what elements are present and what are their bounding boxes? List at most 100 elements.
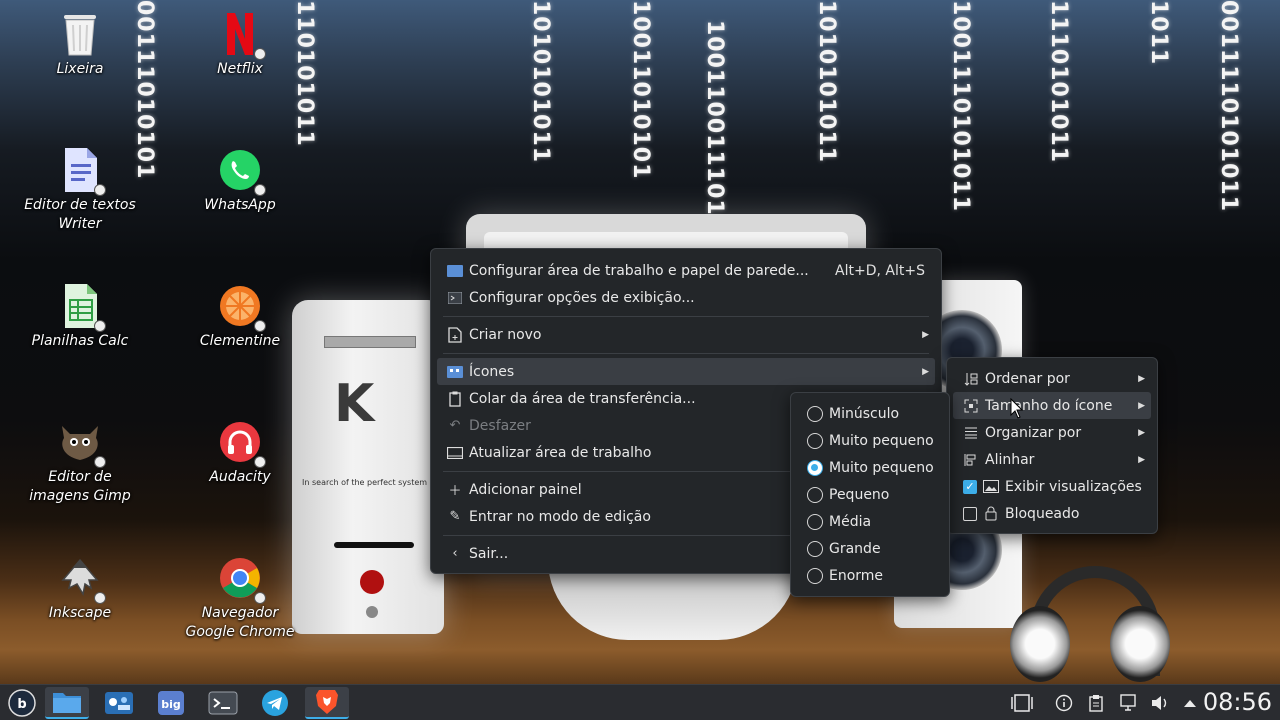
- binary-column: 1110101011: [1046, 0, 1071, 164]
- binary-column: 0011110101011: [1216, 0, 1241, 212]
- taskbar: b big 08:56: [0, 684, 1280, 720]
- submenu-arrow-icon: ▶: [1138, 373, 1145, 384]
- binary-column: 1010101011: [814, 0, 839, 164]
- launcher-button[interactable]: b: [0, 687, 44, 719]
- clock[interactable]: 08:56: [1203, 688, 1272, 716]
- desktop-icon-lixeira[interactable]: Lixeira: [20, 10, 140, 79]
- desktop-icon-label: Navegador Google Chrome: [185, 605, 295, 640]
- menu-item-align[interactable]: Alinhar ▶: [953, 446, 1151, 473]
- desktop-icon-clementine[interactable]: Clementine: [180, 282, 300, 351]
- taskbar-app-store[interactable]: [97, 687, 141, 719]
- desktop-icon-label: Clementine: [199, 333, 281, 349]
- size-option-tiny[interactable]: Minúsculo: [797, 400, 943, 427]
- lock-icon: [983, 506, 999, 522]
- network-icon[interactable]: [1118, 693, 1138, 713]
- size-option-very-small[interactable]: Muito pequeno: [797, 427, 943, 454]
- radio-button[interactable]: [807, 513, 823, 530]
- submenu-arrow-icon: ▶: [922, 329, 929, 340]
- icons-icon: [447, 364, 463, 380]
- writer-icon: [56, 146, 106, 196]
- taskbar-app-biglinux[interactable]: big: [149, 687, 193, 719]
- menu-item-label: Tamanho do ícone: [985, 397, 1113, 414]
- expand-tray-icon[interactable]: [1180, 693, 1200, 713]
- tower-caption: In search of the perfect system: [302, 478, 428, 487]
- size-option-label: Muito pequeno: [829, 459, 934, 476]
- radio-button[interactable]: [807, 432, 823, 449]
- taskbar-app-brave[interactable]: [305, 687, 349, 719]
- menu-item-label: Ordenar por: [985, 370, 1070, 387]
- icon-size-submenu: Minúsculo Muito pequeno Muito pequeno Pe…: [790, 392, 950, 597]
- size-option-large[interactable]: Grande: [797, 535, 943, 562]
- menu-item-icon-size[interactable]: Tamanho do ícone ▶: [953, 392, 1151, 419]
- taskbar-app-terminal[interactable]: [201, 687, 245, 719]
- menu-item-label: Exibir visualizações: [1005, 478, 1142, 495]
- headphones-cup: [1010, 606, 1070, 682]
- svg-text:big: big: [161, 698, 181, 711]
- taskbar-app-file-manager[interactable]: [45, 687, 89, 719]
- menu-item-label: Bloqueado: [1005, 505, 1080, 522]
- menu-item-sort-by[interactable]: Ordenar por ▶: [953, 365, 1151, 392]
- desktop-icon-calc[interactable]: Planilhas Calc: [20, 282, 140, 351]
- checkbox-checked[interactable]: ✓: [963, 479, 977, 494]
- activities-icon[interactable]: [1010, 693, 1034, 713]
- undo-icon: ↶: [449, 418, 461, 433]
- image-icon: [983, 479, 999, 495]
- mouse-cursor-icon: [1010, 398, 1024, 419]
- menu-item-arrange-by[interactable]: Organizar por ▶: [953, 419, 1151, 446]
- clementine-icon: [216, 282, 266, 332]
- menu-item-configure-desktop[interactable]: Configurar área de trabalho e papel de p…: [437, 257, 935, 284]
- radio-button[interactable]: [807, 486, 823, 503]
- volume-icon[interactable]: [1150, 693, 1170, 713]
- desktop-icon-chrome[interactable]: Navegador Google Chrome: [180, 554, 300, 642]
- info-icon[interactable]: [1054, 693, 1074, 713]
- menu-item-create-new[interactable]: Criar novo ▶: [437, 321, 935, 348]
- menu-item-label: Sair...: [469, 545, 509, 562]
- desktop-icon-label: Planilhas Calc: [31, 333, 129, 349]
- checkbox-unchecked[interactable]: [963, 506, 977, 521]
- binary-column: 1011: [1146, 0, 1171, 66]
- taskbar-app-telegram[interactable]: [253, 687, 297, 719]
- radio-button[interactable]: [807, 405, 823, 422]
- size-option-huge[interactable]: Enorme: [797, 562, 943, 589]
- radio-button[interactable]: [807, 540, 823, 557]
- size-option-label: Muito pequeno: [829, 432, 934, 449]
- menu-item-show-previews[interactable]: ✓ Exibir visualizações: [953, 473, 1151, 500]
- menu-separator: [443, 316, 929, 317]
- radio-button-selected[interactable]: [807, 459, 823, 476]
- desktop-icon-whatsapp[interactable]: WhatsApp: [180, 146, 300, 215]
- size-option-very-small-selected[interactable]: Muito pequeno: [797, 454, 943, 481]
- desktop-icon-audacity[interactable]: Audacity: [180, 418, 300, 487]
- menu-item-icons[interactable]: Ícones ▶: [437, 358, 935, 385]
- sort-icon: [963, 371, 979, 387]
- headphones-cup: [1110, 606, 1170, 682]
- size-option-label: Minúsculo: [829, 405, 900, 422]
- shortcut-badge-icon: [94, 592, 106, 604]
- menu-item-locked[interactable]: Bloqueado: [953, 500, 1151, 527]
- drive-slot: [324, 336, 416, 348]
- desktop-icon-label: Editor de imagens Gimp: [29, 469, 131, 504]
- radio-button[interactable]: [807, 567, 823, 584]
- binary-column: 1001110101011: [948, 0, 973, 212]
- desktop-icon-inkscape[interactable]: Inkscape: [20, 554, 140, 623]
- pc-tower-illustration: K In search of the perfect system: [292, 300, 444, 634]
- shortcut-badge-icon: [254, 456, 266, 468]
- menu-item-label: Atualizar área de trabalho: [469, 444, 652, 461]
- size-option-medium[interactable]: Média: [797, 508, 943, 535]
- audacity-icon: [216, 418, 266, 468]
- menu-item-display-options[interactable]: Configurar opções de exibição...: [437, 284, 935, 311]
- submenu-arrow-icon: ▶: [1138, 454, 1145, 465]
- clipboard-tray-icon[interactable]: [1086, 693, 1106, 713]
- desktop-icon-gimp[interactable]: Editor de imagens Gimp: [20, 418, 140, 506]
- submenu-arrow-icon: ▶: [1138, 400, 1145, 411]
- pencil-icon: ✎: [449, 509, 461, 524]
- size-option-small[interactable]: Pequeno: [797, 481, 943, 508]
- desktop-icon-label: Lixeira: [56, 61, 104, 77]
- size-option-label: Enorme: [829, 567, 884, 584]
- desktop-icon-netflix[interactable]: Netflix: [180, 10, 300, 79]
- binary-column: 1010101011: [528, 0, 553, 164]
- submenu-arrow-icon: ▶: [1138, 427, 1145, 438]
- netflix-icon: [216, 10, 266, 60]
- menu-item-label: Organizar por: [985, 424, 1082, 441]
- menu-item-label: Configurar opções de exibição...: [469, 289, 695, 306]
- desktop-icon-writer[interactable]: Editor de textos Writer: [20, 146, 140, 234]
